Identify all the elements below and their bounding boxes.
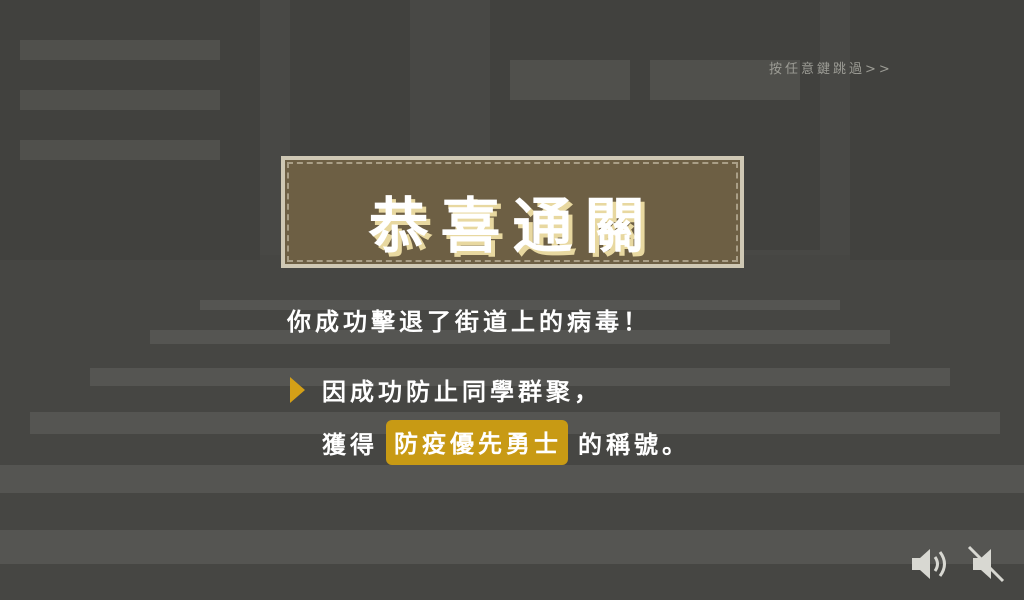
award-prefix: 獲得 xyxy=(322,431,378,459)
speaker-on-icon[interactable] xyxy=(908,543,952,585)
street-background xyxy=(0,0,1024,600)
speaker-muted-icon[interactable] xyxy=(965,543,1009,585)
dim-overlay xyxy=(0,0,1024,600)
page-title: 恭喜通關 xyxy=(368,192,657,262)
skip-hint[interactable]: 按任意鍵跳過>> xyxy=(769,58,893,77)
award-suffix: 的稱號。 xyxy=(578,431,690,459)
play-arrow-icon xyxy=(290,377,305,403)
award-message: 獲得 防疫優先勇士 的稱號。 xyxy=(322,420,690,465)
result-message: 你成功擊退了街道上的病毒！ xyxy=(287,308,651,336)
award-title-badge: 防疫優先勇士 xyxy=(386,420,568,465)
title-banner: 恭喜通關 xyxy=(281,156,744,268)
reason-message: 因成功防止同學群聚， xyxy=(322,378,602,406)
